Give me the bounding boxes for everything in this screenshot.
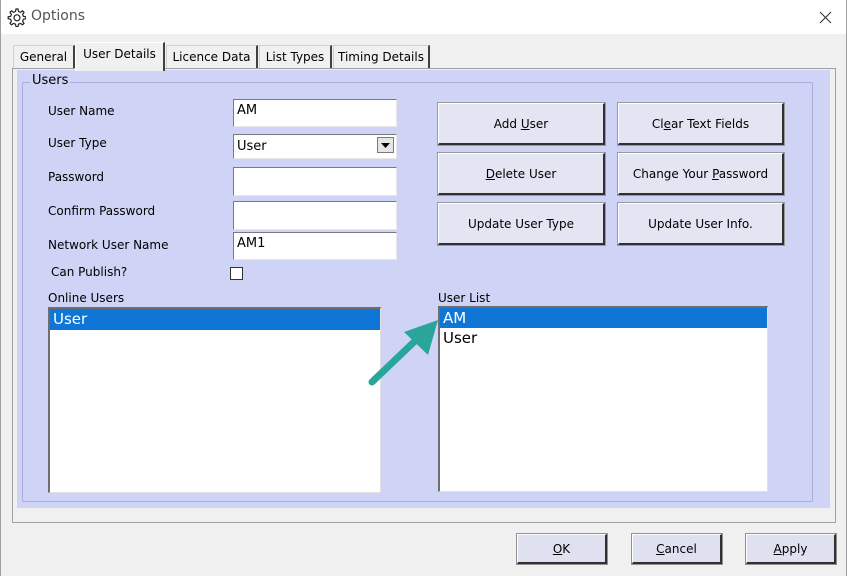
cancel-label: Cancel xyxy=(656,541,697,556)
confirm-password-field[interactable] xyxy=(233,201,397,230)
online-users-label: Online Users xyxy=(48,291,125,305)
add-user-label: Add User xyxy=(493,116,549,131)
apply-label: Apply xyxy=(773,541,808,556)
tab-timing-details[interactable]: Timing Details xyxy=(333,45,430,69)
tab-list-types[interactable]: List Types xyxy=(259,45,332,69)
confirm-password-label: Confirm Password xyxy=(48,204,156,218)
password-field[interactable] xyxy=(233,167,397,196)
ok-button[interactable]: OK xyxy=(516,533,608,565)
tab-user-details[interactable]: User Details xyxy=(75,42,165,71)
list-item[interactable]: User xyxy=(50,309,380,330)
ok-label: OK xyxy=(552,541,571,556)
can-publish-checkbox[interactable] xyxy=(230,267,243,280)
cancel-button[interactable]: Cancel xyxy=(631,533,723,565)
tab-label: Timing Details xyxy=(338,50,424,64)
window-border-left xyxy=(0,0,1,576)
clear-text-fields-label: Clear Text Fields xyxy=(651,116,750,131)
user-name-value: AM xyxy=(237,103,258,118)
password-label: Password xyxy=(48,170,105,184)
user-name-field[interactable]: AM xyxy=(233,99,397,127)
change-password-label: Change Your Password xyxy=(632,166,769,181)
close-icon xyxy=(819,11,832,24)
tab-label: Licence Data xyxy=(172,50,251,64)
user-type-select[interactable]: User xyxy=(233,134,397,159)
online-users-list[interactable]: User xyxy=(48,307,381,493)
update-user-info-button[interactable]: Update User Info. xyxy=(617,202,785,246)
user-name-label: User Name xyxy=(48,104,115,118)
update-user-type-label: Update User Type xyxy=(467,216,574,231)
tab-label: List Types xyxy=(265,50,325,64)
annotation-arrow-icon xyxy=(368,320,438,386)
user-type-label: User Type xyxy=(48,136,107,150)
tab-label: User Details xyxy=(83,47,156,61)
users-group-title: Users xyxy=(30,73,71,88)
tab-label: General xyxy=(19,50,68,64)
gear-puzzle-icon xyxy=(6,7,27,28)
change-password-button[interactable]: Change Your Password xyxy=(617,152,785,196)
clear-text-fields-button[interactable]: Clear Text Fields xyxy=(617,102,785,146)
apply-button[interactable]: Apply xyxy=(745,533,837,565)
user-list-label: User List xyxy=(438,291,491,305)
user-type-value: User xyxy=(237,139,267,154)
close-button[interactable] xyxy=(812,6,840,28)
can-publish-label: Can Publish? xyxy=(51,265,128,279)
list-item-text: User xyxy=(53,310,88,328)
chevron-down-icon xyxy=(381,143,390,148)
title-bar[interactable]: Options xyxy=(1,0,846,34)
delete-user-button[interactable]: Delete User xyxy=(437,152,606,196)
network-user-name-value: AM1 xyxy=(237,236,266,251)
network-user-name-label: Network User Name xyxy=(48,238,169,252)
network-user-name-field[interactable]: AM1 xyxy=(233,232,397,260)
delete-user-label: Delete User xyxy=(485,166,557,181)
user-list[interactable]: AM User xyxy=(438,306,768,492)
tab-general[interactable]: General xyxy=(13,45,75,69)
dropdown-button[interactable] xyxy=(377,137,394,153)
window-title: Options xyxy=(31,8,86,24)
add-user-button[interactable]: Add User xyxy=(437,102,606,146)
list-item[interactable]: AM xyxy=(440,308,767,328)
update-user-info-label: Update User Info. xyxy=(648,216,753,231)
update-user-type-button[interactable]: Update User Type xyxy=(437,202,606,246)
list-item[interactable]: User xyxy=(440,328,767,348)
tab-licence-data[interactable]: Licence Data xyxy=(166,45,258,69)
